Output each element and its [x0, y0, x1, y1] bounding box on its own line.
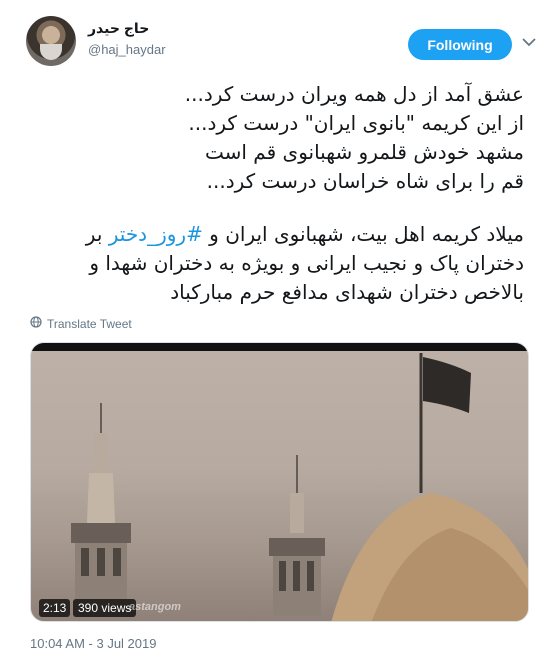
video-player[interactable]: 2:13 390 views astangom	[30, 342, 529, 622]
tweet-line: دختران پاک و نجیب ایرانی و بویژه به دختر…	[89, 251, 524, 275]
tweet-text-segment: بر	[85, 222, 109, 246]
tweet-line: از این کریمه "بانوی ایران" درست کرد...	[188, 111, 524, 135]
user-handle[interactable]: @haj_haydar	[88, 42, 166, 57]
globe-icon	[30, 316, 42, 331]
tweet-line: میلاد کریمه اهل بیت، شهبانوی ایران و #رو…	[28, 220, 524, 249]
video-thumbnail	[31, 343, 528, 621]
chevron-down-icon[interactable]	[519, 32, 539, 52]
hashtag-link[interactable]: #روز_دختر	[109, 222, 203, 246]
avatar[interactable]	[26, 16, 76, 66]
tweet-line: بالاخص دختران شهدای مدافع حرم مبارکباد	[170, 280, 524, 304]
video-watermark: astangom	[129, 601, 181, 613]
tweet-timestamp[interactable]: 10:04 AM - 3 Jul 2019	[30, 636, 156, 651]
translate-label: Translate Tweet	[47, 316, 132, 331]
display-name[interactable]: حاج حیدر	[88, 20, 149, 37]
tweet-text: عشق آمد از دل همه ویران درست کرد... از ا…	[28, 80, 524, 307]
view-count-badge: 390 views	[73, 599, 137, 617]
video-duration-badge: 2:13	[39, 599, 71, 617]
tweet-header: حاج حیدر @haj_haydar Following	[26, 14, 536, 70]
tweet-text-segment: میلاد کریمه اهل بیت، شهبانوی ایران و	[202, 222, 524, 246]
tweet-line: قم را برای شاه خراسان درست کرد...	[206, 169, 524, 193]
translate-tweet-link[interactable]: Translate Tweet	[30, 316, 132, 331]
tweet-line: عشق آمد از دل همه ویران درست کرد...	[184, 82, 524, 106]
tweet-line: مشهد خودش قلمرو شهبانوی قم است	[205, 140, 524, 164]
following-button[interactable]: Following	[408, 29, 512, 60]
